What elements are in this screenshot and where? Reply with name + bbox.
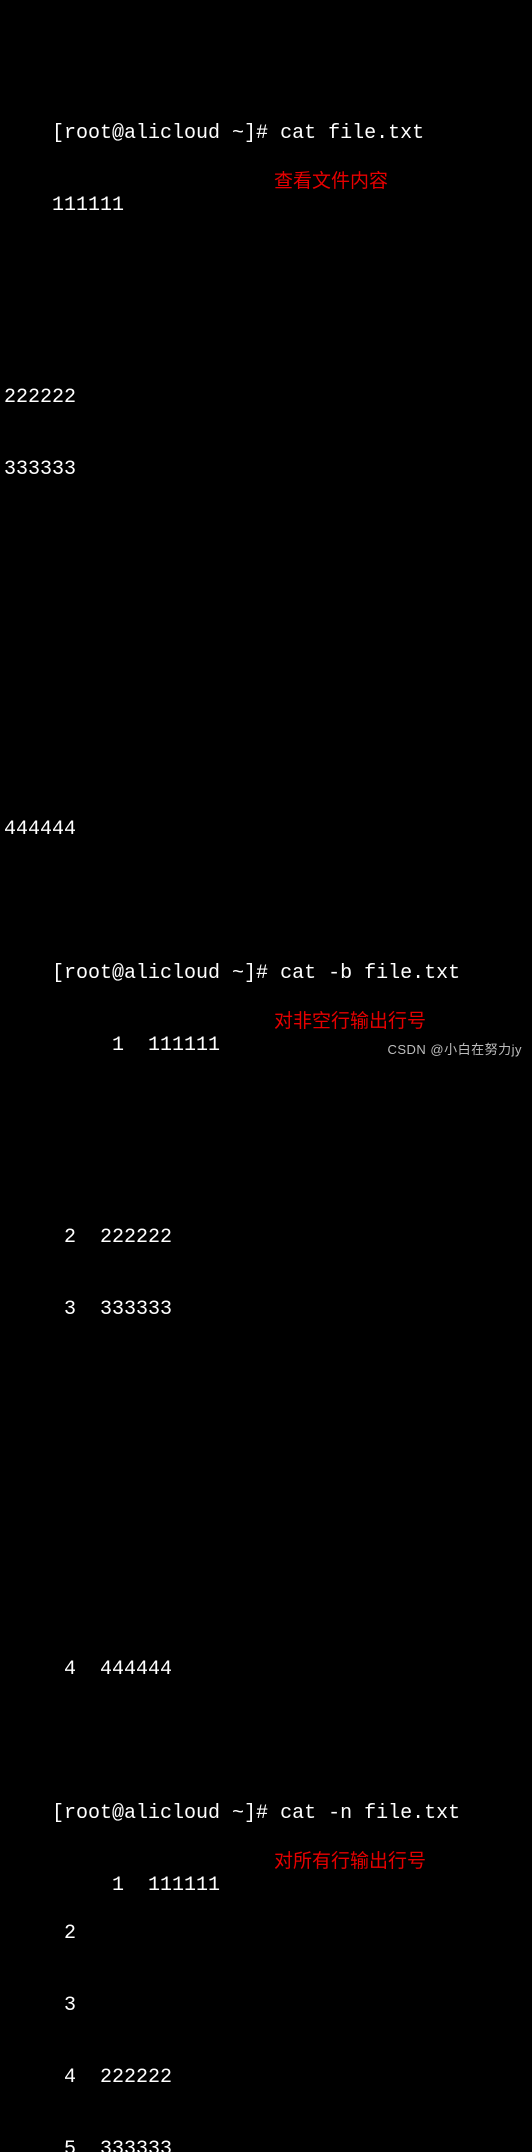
output-line bbox=[4, 1442, 528, 1466]
watermark-text: CSDN @小白在努力jy bbox=[387, 1038, 522, 1062]
output-line: 222222 bbox=[4, 386, 528, 410]
shell-prompt: [root@alicloud ~]# bbox=[52, 1802, 280, 1825]
output-line bbox=[4, 1154, 528, 1178]
shell-prompt: [root@alicloud ~]# bbox=[52, 962, 280, 985]
shell-prompt: [root@alicloud ~]# bbox=[52, 122, 280, 145]
output-line: 1 111111 对所有行输出行号 bbox=[4, 1850, 528, 1874]
output-line: 3 bbox=[4, 1994, 528, 2018]
output-line: 4 222222 bbox=[4, 2066, 528, 2090]
output-line: 333333 bbox=[4, 458, 528, 482]
terminal[interactable]: [root@alicloud ~]# cat file.txt 111111 查… bbox=[4, 2, 528, 2152]
command-text: cat file.txt bbox=[280, 122, 424, 145]
output-text: 222222 bbox=[4, 386, 76, 409]
annotation-label: 对所有行输出行号 bbox=[274, 1850, 426, 1874]
output-line bbox=[4, 242, 528, 266]
output-line bbox=[4, 1586, 528, 1610]
output-line: 111111 查看文件内容 bbox=[4, 170, 528, 194]
output-text: 333333 bbox=[4, 458, 76, 481]
output-line bbox=[4, 602, 528, 626]
command-text: cat -b file.txt bbox=[280, 962, 460, 985]
output-line: 444444 bbox=[4, 818, 528, 842]
output-line: 5 333333 bbox=[4, 2138, 528, 2152]
prompt-line[interactable]: [root@alicloud ~]# cat file.txt bbox=[4, 98, 528, 122]
prompt-line[interactable]: [root@alicloud ~]# cat -n file.txt bbox=[4, 1778, 528, 1802]
output-line: 2 222222 bbox=[4, 1226, 528, 1250]
output-text: 111111 bbox=[52, 194, 124, 217]
annotation-label: 对非空行输出行号 bbox=[274, 1010, 426, 1034]
prompt-line[interactable]: [root@alicloud ~]# cat -b file.txt bbox=[4, 938, 528, 962]
output-text: 4 222222 bbox=[4, 2066, 172, 2089]
output-text: 3 333333 bbox=[4, 1298, 172, 1321]
output-line: 1 111111 对非空行输出行号 bbox=[4, 1010, 528, 1034]
output-line bbox=[4, 1514, 528, 1538]
output-line bbox=[4, 1082, 528, 1106]
output-text: 1 111111 bbox=[52, 1034, 220, 1057]
output-line bbox=[4, 1370, 528, 1394]
output-text: 2 bbox=[4, 1922, 100, 1945]
output-line bbox=[4, 674, 528, 698]
annotation-label: 查看文件内容 bbox=[274, 170, 388, 194]
output-line: 2 bbox=[4, 1922, 528, 1946]
output-line bbox=[4, 314, 528, 338]
output-text: 1 111111 bbox=[52, 1874, 220, 1897]
output-line: 3 333333 bbox=[4, 1298, 528, 1322]
output-line bbox=[4, 746, 528, 770]
output-line bbox=[4, 530, 528, 554]
output-text: 5 333333 bbox=[4, 2138, 172, 2152]
output-text: 4 444444 bbox=[4, 1658, 172, 1681]
output-text: 444444 bbox=[4, 818, 76, 841]
command-text: cat -n file.txt bbox=[280, 1802, 460, 1825]
output-text: 2 222222 bbox=[4, 1226, 172, 1249]
output-text: 3 bbox=[4, 1994, 100, 2017]
output-line: 4 444444 bbox=[4, 1658, 528, 1682]
